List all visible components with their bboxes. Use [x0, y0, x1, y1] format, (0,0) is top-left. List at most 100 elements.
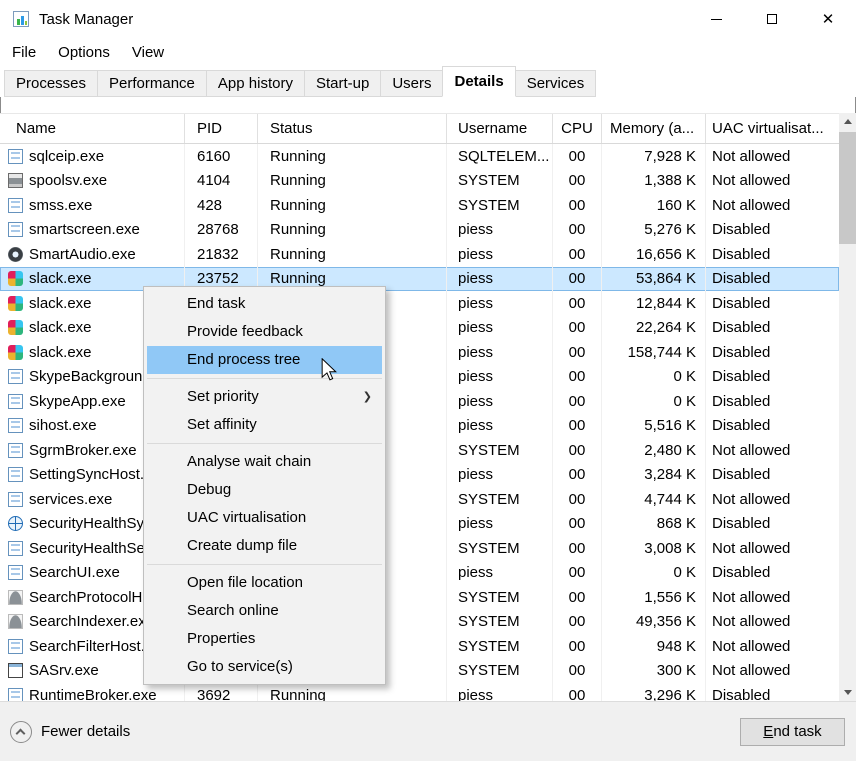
menu-item-label: Open file location	[187, 574, 303, 591]
context-menu-item-end-task[interactable]: End task	[147, 290, 382, 318]
cell-uac: Not allowed	[706, 169, 839, 194]
context-menu-item-create-dump-file[interactable]: Create dump file	[147, 532, 382, 560]
table-row[interactable]: SgrmBroker.exeSYSTEM002,480 KNot allowed	[0, 438, 839, 463]
cell-cpu: 00	[553, 340, 602, 365]
process-name: slack.exe	[29, 270, 92, 287]
context-menu-item-search-online[interactable]: Search online	[147, 597, 382, 625]
scroll-up-icon[interactable]	[839, 113, 856, 130]
cell-cpu: 00	[553, 463, 602, 488]
context-menu-item-end-process-tree[interactable]: End process tree	[147, 346, 382, 374]
table-row[interactable]: RuntimeBroker.exe3692Runningpiess003,296…	[0, 683, 839, 701]
tab-performance[interactable]: Performance	[97, 70, 207, 97]
fewer-details-toggle[interactable]: Fewer details	[10, 721, 130, 743]
cell-name: RuntimeBroker.exe	[0, 683, 185, 701]
tab-users[interactable]: Users	[380, 70, 443, 97]
cell-uac: Disabled	[706, 683, 839, 701]
scroll-down-icon[interactable]	[839, 684, 856, 701]
column-header-status[interactable]: Status	[258, 114, 447, 143]
context-menu-item-analyse-wait-chain[interactable]: Analyse wait chain	[147, 448, 382, 476]
cell-cpu: 00	[553, 634, 602, 659]
table-row[interactable]: slack.exepiess00158,744 KDisabled	[0, 340, 839, 365]
menu-file[interactable]: File	[2, 44, 46, 61]
cell-memory: 7,928 K	[602, 144, 706, 169]
table-header: NamePIDStatusUsernameCPUMemory (a...UAC …	[0, 113, 839, 144]
table-row[interactable]: smss.exe428RunningSYSTEM00160 KNot allow…	[0, 193, 839, 218]
menu-item-label: End task	[187, 295, 245, 312]
end-task-button[interactable]: End task	[740, 718, 845, 746]
table-row[interactable]: SecurityHealthSy...piess00868 KDisabled	[0, 512, 839, 537]
table-row[interactable]: slack.exe23752Runningpiess0053,864 KDisa…	[0, 267, 839, 292]
cell-username: piess	[447, 561, 553, 586]
menu-view[interactable]: View	[122, 44, 174, 61]
table-row[interactable]: SearchFilterHost...SYSTEM00948 KNot allo…	[0, 634, 839, 659]
column-header-username[interactable]: Username	[447, 114, 553, 143]
context-menu-item-set-affinity[interactable]: Set affinity	[147, 411, 382, 439]
menu-item-label: Set affinity	[187, 416, 257, 433]
close-icon: ✕	[822, 12, 835, 27]
context-menu-item-open-file-location[interactable]: Open file location	[147, 569, 382, 597]
table-row[interactable]: spoolsv.exe4104RunningSYSTEM001,388 KNot…	[0, 169, 839, 194]
table-row[interactable]: SecurityHealthSe...SYSTEM003,008 KNot al…	[0, 536, 839, 561]
table-row[interactable]: SearchIndexer.ex...SYSTEM0049,356 KNot a…	[0, 610, 839, 635]
context-menu-item-provide-feedback[interactable]: Provide feedback	[147, 318, 382, 346]
tab-start-up[interactable]: Start-up	[304, 70, 381, 97]
cell-uac: Not allowed	[706, 659, 839, 684]
process-name: SASrv.exe	[29, 662, 99, 679]
tab-processes[interactable]: Processes	[4, 70, 98, 97]
context-menu-item-debug[interactable]: Debug	[147, 476, 382, 504]
column-header-cpu[interactable]: CPU	[553, 114, 602, 143]
scrollbar-thumb[interactable]	[839, 132, 856, 244]
cell-memory: 49,356 K	[602, 610, 706, 635]
cell-memory: 158,744 K	[602, 340, 706, 365]
audio-process-icon	[8, 247, 23, 262]
tab-details[interactable]: Details	[442, 66, 515, 97]
table-row[interactable]: smartscreen.exe28768Runningpiess005,276 …	[0, 218, 839, 243]
app-process-icon	[8, 492, 23, 507]
tab-app-history[interactable]: App history	[206, 70, 305, 97]
cell-uac: Disabled	[706, 365, 839, 390]
cell-username: piess	[447, 683, 553, 701]
table-row[interactable]: SmartAudio.exe21832Runningpiess0016,656 …	[0, 242, 839, 267]
table-row[interactable]: services.exeSYSTEM004,744 KNot allowed	[0, 487, 839, 512]
maximize-button[interactable]	[744, 0, 800, 38]
cell-cpu: 00	[553, 267, 602, 292]
table-row[interactable]: SettingSyncHost...piess003,284 KDisabled	[0, 463, 839, 488]
menu-options[interactable]: Options	[48, 44, 120, 61]
cell-cpu: 00	[553, 585, 602, 610]
cell-memory: 868 K	[602, 512, 706, 537]
app-process-icon	[8, 467, 23, 482]
context-menu-item-properties[interactable]: Properties	[147, 625, 382, 653]
table-row[interactable]: SASrv.exeSYSTEM00300 KNot allowed	[0, 659, 839, 684]
process-name: slack.exe	[29, 344, 92, 361]
close-button[interactable]: ✕	[800, 0, 856, 38]
slack-process-icon	[8, 271, 23, 286]
column-header-name[interactable]: Name	[0, 114, 185, 143]
minimize-button[interactable]	[688, 0, 744, 38]
printer-process-icon	[8, 173, 23, 188]
column-header-memory[interactable]: Memory (a...	[602, 114, 706, 143]
table-row[interactable]: SkypeApp.exepiess000 KDisabled	[0, 389, 839, 414]
table-row[interactable]: slack.exepiess0012,844 KDisabled	[0, 291, 839, 316]
collapse-chevron-icon	[10, 721, 32, 743]
cell-status: Running	[258, 218, 447, 243]
process-name: SgrmBroker.exe	[29, 442, 137, 459]
table-row[interactable]: SkypeBackgroun...piess000 KDisabled	[0, 365, 839, 390]
footer-bar: Fewer details End task	[0, 701, 856, 761]
vertical-scrollbar[interactable]	[839, 113, 856, 701]
cell-cpu: 00	[553, 487, 602, 512]
table-row[interactable]: sihost.exepiess005,516 KDisabled	[0, 414, 839, 439]
context-menu-item-set-priority[interactable]: Set priority❯	[147, 383, 382, 411]
person-process-icon	[8, 590, 23, 605]
cell-status: Running	[258, 169, 447, 194]
column-header-pid[interactable]: PID	[185, 114, 258, 143]
column-header-uac[interactable]: UAC virtualisat...	[706, 114, 839, 143]
context-menu-item-uac-virtualisation[interactable]: UAC virtualisation	[147, 504, 382, 532]
table-row[interactable]: sqlceip.exe6160RunningSQLTELEM...007,928…	[0, 144, 839, 169]
table-row[interactable]: slack.exepiess0022,264 KDisabled	[0, 316, 839, 341]
cell-cpu: 00	[553, 169, 602, 194]
context-menu-item-go-to-service-s[interactable]: Go to service(s)	[147, 653, 382, 681]
menu-separator	[147, 443, 382, 444]
tab-services[interactable]: Services	[515, 70, 597, 97]
table-row[interactable]: SearchProtocolH...SYSTEM001,556 KNot all…	[0, 585, 839, 610]
table-row[interactable]: SearchUI.exepiess000 KDisabled	[0, 561, 839, 586]
